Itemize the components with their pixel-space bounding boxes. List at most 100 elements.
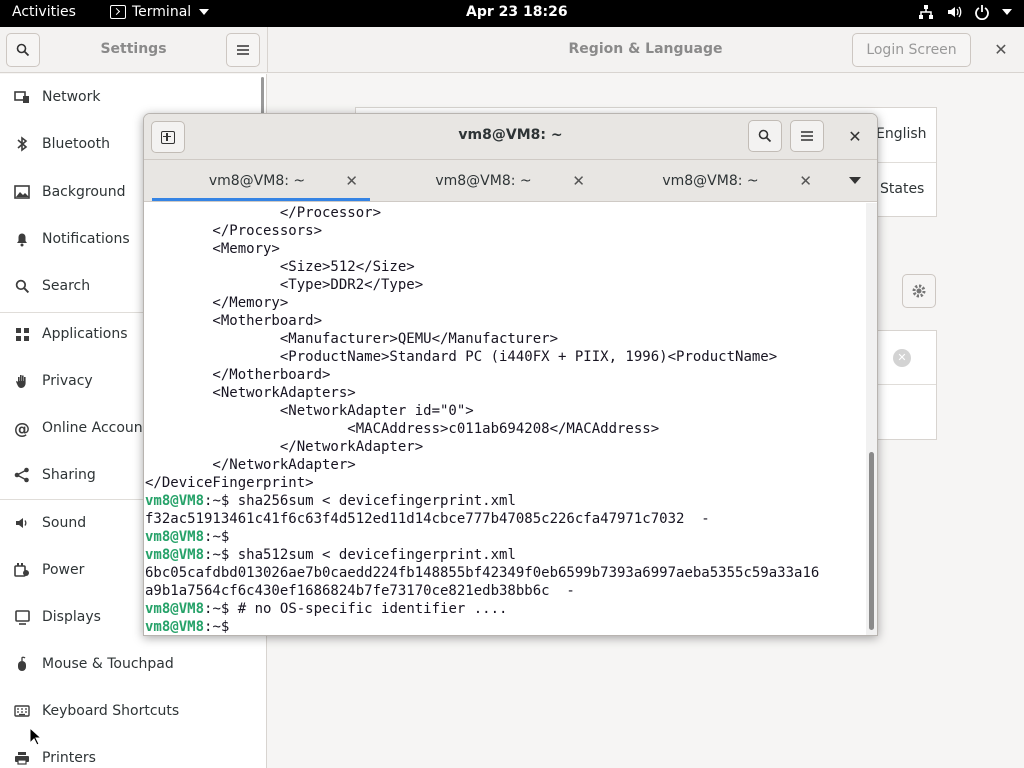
line-text: sha512sum < devicefingerprint.xml: [229, 547, 516, 563]
prompt-path: :~$: [204, 619, 230, 635]
remove-input-source-icon[interactable]: ✕: [893, 349, 911, 367]
chevron-down-icon[interactable]: [849, 177, 861, 184]
line-text: </Processor>: [145, 205, 382, 221]
language-value[interactable]: English: [876, 126, 927, 142]
formats-value[interactable]: States: [880, 181, 924, 197]
terminal-tab[interactable]: vm8@VM8: ~ ✕: [370, 160, 597, 201]
prompt-user: vm8@VM8: [145, 619, 205, 635]
terminal-output-line: <MACAddress>c011ab694208</MACAddress>: [145, 420, 659, 438]
prompt-path: :~$: [204, 601, 230, 617]
system-menu[interactable]: [918, 4, 1012, 20]
terminal-output-line: </Processors>: [145, 222, 322, 240]
mouse-icon: [13, 655, 31, 673]
bluetooth-icon: [13, 135, 31, 153]
sidebar-item-label: Network: [42, 89, 101, 105]
line-text: </NetworkAdapter>: [145, 457, 356, 473]
close-tab-icon[interactable]: ✕: [799, 172, 812, 190]
prompt-path: :~$: [204, 529, 230, 545]
terminal-output-line: <Memory>: [145, 240, 280, 258]
terminal-window: vm8@VM8: ~ ✕ vm8@VM8: ~ ✕ vm8@VM8: ~ ✕ v…: [143, 113, 878, 636]
line-text: <Memory>: [145, 241, 280, 257]
terminal-output[interactable]: </Processor> </Processors> <Memory> <Siz…: [144, 203, 866, 635]
terminal-search-button[interactable]: [748, 120, 782, 152]
sidebar-item-mouse-touchpad[interactable]: Mouse & Touchpad: [0, 642, 264, 686]
close-tab-icon[interactable]: ✕: [572, 172, 585, 190]
line-text: a9b1a7564cf6c430ef1686824b7fe73170ce821e…: [145, 583, 575, 599]
tab-label: vm8@VM8: ~: [208, 172, 306, 189]
sidebar-item-label: Applications: [42, 326, 128, 342]
settings-menu-button[interactable]: [226, 33, 260, 67]
terminal-output-line: </DeviceFingerprint>: [145, 474, 314, 492]
activities-button[interactable]: Activities: [12, 4, 76, 20]
power-icon: [975, 5, 989, 20]
terminal-scrollbar[interactable]: [869, 452, 874, 630]
terminal-output-line: <ProductName>Standard PC (i440FX + PIIX,…: [145, 348, 777, 366]
sidebar-item-label: Printers: [42, 750, 96, 766]
share-icon: [13, 466, 31, 484]
line-text: <Motherboard>: [145, 313, 323, 329]
line-text: <NetworkAdapter id="0">: [145, 403, 474, 419]
speaker-icon: [13, 514, 31, 532]
close-icon[interactable]: ✕: [990, 39, 1012, 61]
display-icon: [13, 608, 31, 626]
line-text: <Type>DDR2</Type>: [145, 277, 424, 293]
terminal-prompt-line: vm8@VM8:~$: [145, 618, 238, 635]
tab-label: vm8@VM8: ~: [435, 172, 532, 189]
line-text: [229, 619, 237, 635]
line-text: </Motherboard>: [145, 367, 331, 383]
app-menu[interactable]: Terminal: [110, 4, 210, 20]
mouse-pointer-icon: [29, 727, 43, 746]
prompt-user: vm8@VM8: [145, 601, 205, 617]
sidebar-item-label: Power: [42, 562, 85, 578]
line-text: # no OS-specific identifier ....: [229, 601, 508, 617]
terminal-output-line: <Motherboard>: [145, 312, 322, 330]
line-text: </DeviceFingerprint>: [145, 475, 314, 491]
line-text: </Processors>: [145, 223, 323, 239]
chevron-down-icon: [1002, 9, 1012, 15]
sidebar-item-label: Displays: [42, 609, 101, 625]
app-menu-label: Terminal: [132, 4, 192, 20]
sidebar-item-label: Sharing: [42, 467, 96, 483]
line-text: <ProductName>Standard PC (i440FX + PIIX,…: [145, 349, 778, 365]
power-icon: [13, 561, 31, 579]
sidebar-item-label: Online Accounts: [42, 420, 156, 436]
bell-icon: [13, 230, 31, 248]
terminal-output-line: 6bc05cafdbd013026ae7b0caedd224fb148855bf…: [145, 564, 819, 582]
search-icon: [13, 277, 31, 295]
clock[interactable]: Apr 23 18:26: [466, 4, 568, 20]
line-text: f32ac51913461c41f6c63f4d512ed11d14cbce77…: [145, 511, 710, 527]
prompt-user: vm8@VM8: [145, 493, 205, 509]
hamburger-icon: [801, 131, 813, 141]
terminal-prompt-line: vm8@VM8:~$ sha512sum < devicefingerprint…: [145, 546, 516, 564]
terminal-headerbar: vm8@VM8: ~ ✕: [144, 114, 877, 160]
hamburger-icon: [237, 45, 249, 55]
close-tab-icon[interactable]: ✕: [345, 172, 358, 190]
terminal-tab[interactable]: vm8@VM8: ~ ✕: [597, 160, 824, 201]
settings-header-left: Settings: [0, 27, 267, 73]
apps-grid-icon: [13, 325, 31, 343]
terminal-output-line: </Memory>: [145, 294, 288, 312]
search-icon: [758, 129, 772, 143]
terminal-output-line: <Size>512</Size>: [145, 258, 415, 276]
terminal-prompt-line: vm8@VM8:~$: [145, 528, 229, 546]
terminal-tab[interactable]: vm8@VM8: ~ ✕: [144, 160, 370, 201]
terminal-prompt-line: vm8@VM8:~$ # no OS-specific identifier .…: [145, 600, 507, 618]
terminal-output-line: </Motherboard>: [145, 366, 330, 384]
sidebar-item-label: Sound: [42, 515, 87, 531]
line-text: sha256sum < devicefingerprint.xml: [229, 493, 516, 509]
gear-icon: [912, 284, 926, 298]
login-screen-button[interactable]: Login Screen: [852, 33, 971, 67]
close-icon[interactable]: ✕: [844, 126, 866, 148]
input-sources-options-button[interactable]: [902, 274, 936, 308]
prompt-user: vm8@VM8: [145, 529, 205, 545]
line-text: <MACAddress>c011ab694208</MACAddress>: [145, 421, 660, 437]
terminal-prompt-line: vm8@VM8:~$ sha256sum < devicefingerprint…: [145, 492, 516, 510]
network-wired-icon: [919, 5, 933, 19]
sidebar-item-label: Background: [42, 184, 126, 200]
chevron-down-icon: [199, 9, 210, 15]
line-text: <Size>512</Size>: [145, 259, 415, 275]
terminal-menu-button[interactable]: [790, 120, 824, 152]
network-icon: [13, 88, 31, 106]
sidebar-item-label: Bluetooth: [42, 136, 110, 152]
terminal-icon: [110, 5, 126, 19]
